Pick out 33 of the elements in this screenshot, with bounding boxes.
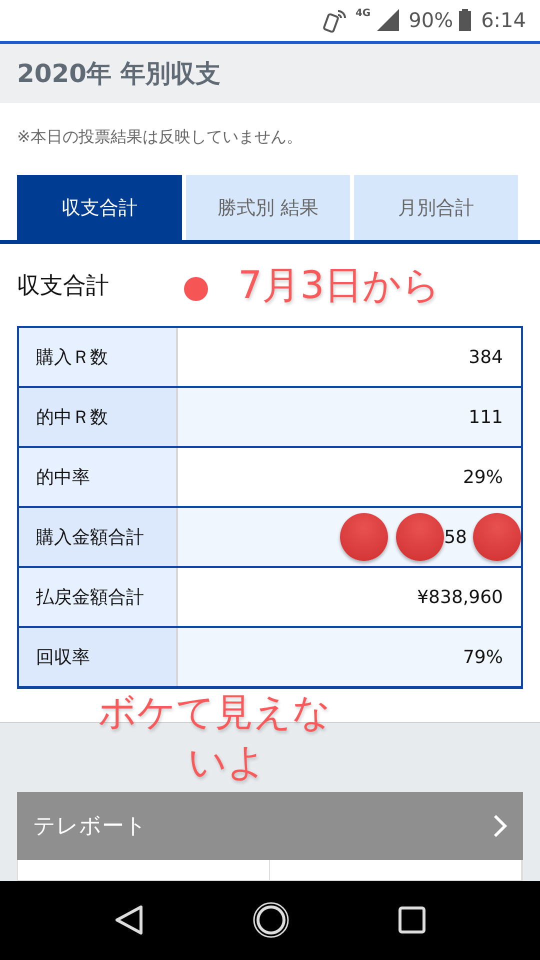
tab[interactable]: 勝式別 結果: [186, 175, 350, 240]
row-value: 58: [444, 526, 467, 548]
section-title: 収支合計: [17, 272, 109, 301]
row-value: ¥838,960: [417, 586, 503, 608]
battery-icon: [459, 8, 472, 31]
tab[interactable]: 月別合計: [354, 175, 518, 240]
row-value: 384: [468, 346, 503, 368]
row-label: 購入Ｒ数: [19, 328, 178, 386]
back-icon[interactable]: [114, 904, 144, 936]
annotation-dot: [396, 513, 444, 562]
row-label: 払戻金額合計: [19, 568, 178, 626]
annotation-text: ボケて見えな いよ: [98, 688, 331, 786]
notice-text: ※本日の投票結果は反映していません。: [16, 126, 304, 148]
signal-icon: [376, 8, 399, 31]
row-value: 111: [468, 406, 503, 428]
row-label: 回収率: [19, 628, 178, 686]
row-label: 的中Ｒ数: [19, 388, 178, 446]
page-title: 2020年 年別収支: [17, 58, 220, 90]
telboat-link[interactable]: テレボート: [17, 792, 523, 860]
row-value: 79%: [462, 646, 503, 668]
battery-percent: 90%: [408, 8, 454, 32]
clock: 6:14: [481, 8, 526, 32]
network-label: 4G: [355, 8, 371, 19]
recents-icon[interactable]: [398, 906, 426, 934]
home-icon[interactable]: [252, 901, 290, 940]
row-label: 的中率: [19, 448, 178, 506]
tab[interactable]: 収支合計: [17, 175, 182, 240]
annotation-dot: [184, 277, 208, 302]
row-value: 29%: [462, 466, 503, 488]
annotation-text: 7月3日から: [238, 262, 440, 310]
chevron-right-icon: [493, 814, 507, 838]
row-label: 購入金額合計: [19, 508, 178, 566]
annotation-dot: [473, 513, 521, 562]
